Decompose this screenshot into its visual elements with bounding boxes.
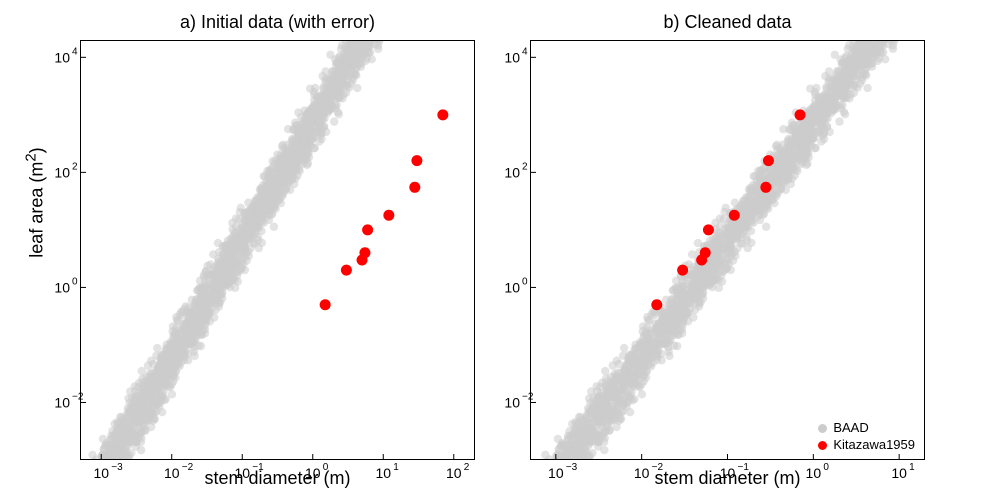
legend-label: BAAD — [833, 420, 868, 437]
svg-text:4: 4 — [72, 46, 78, 57]
panel-b: 10−310−210−110010110−2100102104 BAAD Kit… — [530, 40, 925, 460]
panel-a: 10−310−210−110010110210−2100102104 — [80, 40, 475, 460]
panel-a-svg: 10−310−210−110010110210−2100102104 — [80, 40, 475, 460]
panel-b-svg: 10−310−210−110010110−2100102104 — [530, 40, 925, 460]
svg-text:10: 10 — [54, 49, 70, 65]
legend-label: Kitazawa1959 — [833, 437, 915, 454]
legend-entry-kitazawa: Kitazawa1959 — [818, 437, 915, 454]
svg-text:−2: −2 — [72, 391, 84, 402]
circle-icon — [818, 424, 827, 433]
svg-text:0: 0 — [72, 276, 78, 287]
x-axis-label-b: stem diameter (m) — [530, 468, 925, 489]
svg-text:10: 10 — [54, 394, 70, 410]
legend: BAAD Kitazawa1959 — [818, 420, 915, 454]
panel-b-title: b) Cleaned data — [530, 12, 925, 33]
x-axis-label-a: stem diameter (m) — [80, 468, 475, 489]
y-axis-label: leaf area (m2) — [23, 53, 48, 353]
svg-text:10: 10 — [54, 164, 70, 180]
panel-a-title: a) Initial data (with error) — [80, 12, 475, 33]
svg-text:10: 10 — [54, 279, 70, 295]
circle-icon — [818, 441, 827, 450]
svg-text:2: 2 — [72, 161, 78, 172]
legend-entry-baad: BAAD — [818, 420, 915, 437]
